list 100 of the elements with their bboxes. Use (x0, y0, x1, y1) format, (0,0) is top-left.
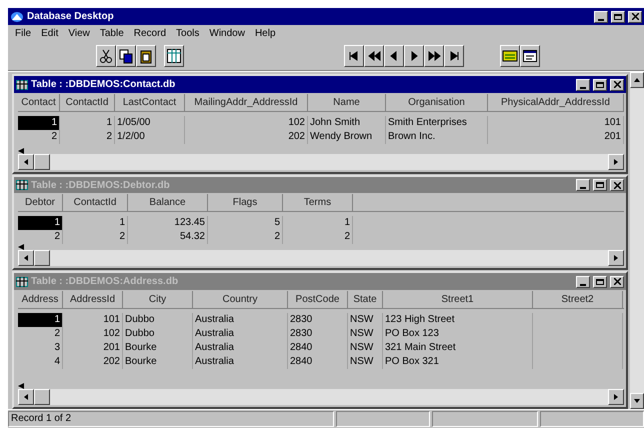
table-cell[interactable]: 1 (283, 216, 353, 230)
scroll-down-button[interactable] (630, 393, 644, 409)
column-header[interactable]: LastContact (115, 94, 185, 111)
table-cell[interactable]: 3 (18, 341, 63, 355)
table-cell[interactable]: 54.32 (128, 230, 208, 244)
table-cell[interactable]: PO Box 321 (383, 355, 533, 369)
menu-item[interactable]: Table (94, 28, 129, 39)
column-header[interactable]: ContactId (63, 194, 128, 211)
table-cell[interactable]: 1 (18, 116, 60, 130)
table-cell[interactable]: 1/05/00 (115, 116, 185, 130)
column-header[interactable]: AddressId (63, 291, 123, 308)
table-cell[interactable]: PO Box 123 (383, 327, 533, 341)
menu-item[interactable]: Tools (171, 28, 204, 39)
scroll-thumb[interactable] (34, 389, 50, 405)
minimize-button[interactable] (576, 78, 590, 90)
table-cell[interactable]: 4 (18, 355, 63, 369)
table-cell[interactable]: 202 (63, 355, 123, 369)
table-cell[interactable]: Australia (193, 341, 288, 355)
table-cell[interactable]: 102 (63, 327, 123, 341)
column-header[interactable]: PostCode (288, 291, 348, 308)
table-cell[interactable]: 102 (185, 116, 308, 130)
table-cell[interactable]: NSW (348, 341, 383, 355)
maximize-button[interactable] (593, 78, 607, 90)
table-cell[interactable]: 202 (185, 130, 308, 144)
table-cell[interactable]: 2 (60, 130, 115, 144)
scissors-icon[interactable] (96, 45, 116, 67)
column-header[interactable]: MailingAddr_AddressId (185, 94, 308, 111)
column-header[interactable]: Balance (128, 194, 208, 211)
menu-item[interactable]: Help (250, 28, 281, 39)
table-cell[interactable]: 2830 (288, 313, 348, 327)
table-cell[interactable]: 1/2/00 (115, 130, 185, 144)
scroll-left-button[interactable] (18, 250, 34, 266)
menu-item[interactable]: File (10, 28, 36, 39)
scroll-right-button[interactable] (608, 389, 624, 405)
close-button[interactable] (628, 10, 642, 22)
column-header[interactable]: Flags (208, 194, 283, 211)
close-button[interactable] (610, 78, 624, 90)
horizontal-scrollbar[interactable] (18, 154, 624, 170)
table-cell[interactable]: Bourke (123, 341, 193, 355)
column-header[interactable]: ContactId (60, 94, 115, 111)
menu-item[interactable]: View (63, 28, 95, 39)
table-cell[interactable]: 123 High Street (383, 313, 533, 327)
column-header[interactable]: Contact (18, 94, 60, 111)
table-cell[interactable]: 201 (63, 341, 123, 355)
menu-item[interactable]: Record (128, 28, 172, 39)
table-cell[interactable]: 1 (60, 116, 115, 130)
horizontal-scrollbar[interactable] (18, 389, 624, 405)
next-record-icon[interactable] (404, 45, 424, 67)
table-cell[interactable]: 123.45 (128, 216, 208, 230)
minimize-button[interactable] (576, 276, 590, 288)
previous-set-icon[interactable] (364, 45, 384, 67)
clipboard-icon[interactable] (136, 45, 156, 67)
horizontal-scrollbar[interactable] (18, 250, 624, 266)
scroll-thumb[interactable] (34, 250, 50, 266)
previous-record-icon[interactable] (384, 45, 404, 67)
column-header[interactable]: PhysicalAddr_AddressId (488, 94, 624, 111)
table-cell[interactable]: 2840 (288, 341, 348, 355)
table-cell[interactable]: 2840 (288, 355, 348, 369)
scroll-right-button[interactable] (608, 250, 624, 266)
table-cell[interactable]: John Smith (308, 116, 386, 130)
column-header[interactable]: Street1 (383, 291, 533, 308)
table-cell[interactable]: Australia (193, 327, 288, 341)
minimize-button[interactable] (576, 179, 590, 191)
column-header[interactable]: Country (193, 291, 288, 308)
column-header[interactable]: Organisation (386, 94, 488, 111)
column-header[interactable]: Debtor (18, 194, 63, 211)
table-cell[interactable]: 2 (18, 327, 63, 341)
scroll-up-button[interactable] (630, 72, 644, 88)
table-cell[interactable]: Dubbo (123, 327, 193, 341)
scroll-thumb[interactable] (34, 154, 50, 170)
copy-icon[interactable] (116, 45, 136, 67)
column-header[interactable]: Street2 (533, 291, 623, 308)
table-cell[interactable]: Australia (193, 355, 288, 369)
table-cell[interactable]: 201 (488, 130, 624, 144)
maximize-button[interactable] (593, 179, 607, 191)
column-header[interactable]: Terms (283, 194, 353, 211)
column-header[interactable]: Address (18, 291, 63, 308)
maximize-button[interactable] (593, 276, 607, 288)
table-cell[interactable]: Smith Enterprises (386, 116, 488, 130)
scroll-right-button[interactable] (608, 154, 624, 170)
table-cell[interactable]: 1 (18, 313, 63, 327)
window-icon[interactable] (520, 45, 540, 67)
column-header[interactable]: City (123, 291, 193, 308)
form-icon[interactable] (500, 45, 520, 67)
scroll-left-button[interactable] (18, 154, 34, 170)
table-cell[interactable]: 2 (63, 230, 128, 244)
table-cell[interactable]: NSW (348, 313, 383, 327)
column-header[interactable]: Name (308, 94, 386, 111)
minimize-button[interactable] (594, 10, 608, 22)
table-cell[interactable]: 5 (208, 216, 283, 230)
menu-item[interactable]: Window (204, 28, 250, 39)
table-cell[interactable]: Wendy Brown (308, 130, 386, 144)
close-button[interactable] (610, 276, 624, 288)
first-record-icon[interactable] (344, 45, 364, 67)
column-header[interactable]: State (348, 291, 383, 308)
table-cell[interactable]: NSW (348, 327, 383, 341)
table-cell[interactable]: Bourke (123, 355, 193, 369)
table-cell[interactable]: Brown Inc. (386, 130, 488, 144)
table-cell[interactable]: 2 (18, 130, 60, 144)
table-cell[interactable]: 1 (63, 216, 128, 230)
